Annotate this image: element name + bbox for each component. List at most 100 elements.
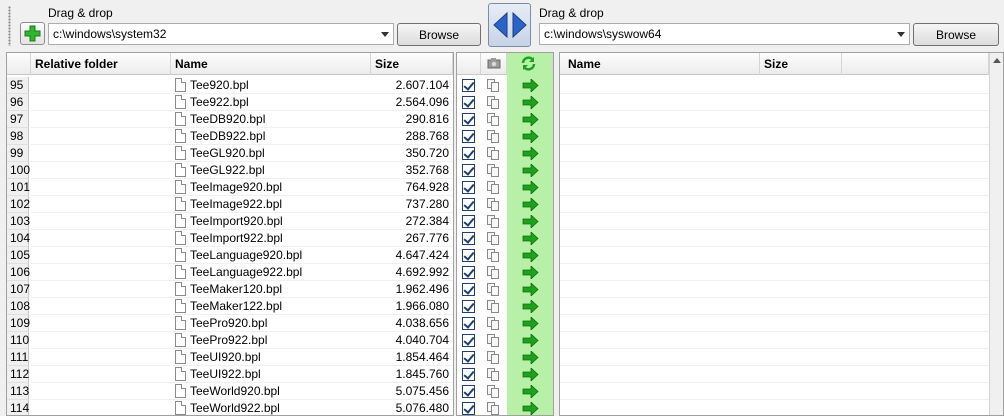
- header-refresh[interactable]: [507, 53, 553, 75]
- green-arrow-icon[interactable]: [522, 79, 539, 92]
- include-checkbox[interactable]: [462, 334, 475, 347]
- copy-icon[interactable]: [487, 96, 500, 109]
- green-arrow-icon[interactable]: [522, 198, 539, 211]
- table-row[interactable]: 109 TeePro920.bpl 4.038.656: [7, 315, 453, 332]
- green-arrow-icon[interactable]: [522, 368, 539, 381]
- green-arrow-icon[interactable]: [522, 113, 539, 126]
- include-checkbox[interactable]: [462, 232, 475, 245]
- table-row[interactable]: 107 TeeMaker120.bpl 1.962.496: [7, 281, 453, 298]
- copy-icon[interactable]: [487, 181, 500, 194]
- green-arrow-icon[interactable]: [522, 351, 539, 364]
- table-row[interactable]: 101 TeeImage920.bpl 764.928: [7, 179, 453, 196]
- copy-icon[interactable]: [487, 283, 500, 296]
- table-row[interactable]: 99 TeeGL920.bpl 350.720: [7, 145, 453, 162]
- left-file-grid[interactable]: Relative folder Name Size 95 Tee920.bpl 2.…: [6, 52, 454, 416]
- green-arrow-icon[interactable]: [522, 130, 539, 143]
- copy-icon[interactable]: [487, 266, 500, 279]
- include-checkbox[interactable]: [462, 266, 475, 279]
- copy-icon[interactable]: [487, 334, 500, 347]
- include-checkbox[interactable]: [462, 96, 475, 109]
- table-row[interactable]: 112 TeeUI922.bpl 1.845.760: [7, 366, 453, 383]
- include-checkbox[interactable]: [462, 130, 475, 143]
- copy-icon[interactable]: [487, 300, 500, 313]
- copy-icon[interactable]: [487, 385, 500, 398]
- table-row[interactable]: 110 TeePro922.bpl 4.040.704: [7, 332, 453, 349]
- include-checkbox[interactable]: [462, 351, 475, 364]
- table-row[interactable]: 97 TeeDB920.bpl 290.816: [7, 111, 453, 128]
- green-arrow-icon[interactable]: [522, 181, 539, 194]
- include-checkbox[interactable]: [462, 181, 475, 194]
- green-arrow-icon[interactable]: [522, 334, 539, 347]
- copy-icon[interactable]: [487, 147, 500, 160]
- right-browse-button[interactable]: Browse: [913, 23, 999, 46]
- header-name[interactable]: Name: [171, 53, 371, 75]
- include-checkbox[interactable]: [462, 164, 475, 177]
- copy-icon[interactable]: [487, 351, 500, 364]
- copy-icon[interactable]: [487, 232, 500, 245]
- copy-icon[interactable]: [487, 113, 500, 126]
- header-size[interactable]: Size: [371, 53, 453, 75]
- header-relative-folder[interactable]: Relative folder: [31, 53, 171, 75]
- include-checkbox[interactable]: [462, 402, 475, 415]
- table-row[interactable]: 113 TeeWorld920.bpl 5.075.456: [7, 383, 453, 400]
- green-arrow-icon[interactable]: [522, 215, 539, 228]
- green-arrow-icon[interactable]: [522, 232, 539, 245]
- copy-icon[interactable]: [487, 164, 500, 177]
- copy-icon[interactable]: [487, 402, 500, 415]
- header-name[interactable]: Name: [560, 53, 760, 75]
- green-arrow-icon[interactable]: [522, 164, 539, 177]
- chevron-down-icon[interactable]: [381, 32, 389, 37]
- include-checkbox[interactable]: [462, 300, 475, 313]
- green-arrow-icon[interactable]: [522, 147, 539, 160]
- left-browse-button[interactable]: Browse: [397, 23, 481, 46]
- vertical-scrollbar[interactable]: [989, 53, 1003, 415]
- right-path-combo[interactable]: c:\windows\syswow64: [539, 23, 910, 45]
- table-row[interactable]: 105 TeeLanguage920.bpl 4.647.424: [7, 247, 453, 264]
- scroll-up-icon[interactable]: [993, 58, 1001, 63]
- copy-icon[interactable]: [487, 317, 500, 330]
- table-row[interactable]: 104 TeeImport922.bpl 267.776: [7, 230, 453, 247]
- table-row[interactable]: 96 Tee922.bpl 2.564.096: [7, 94, 453, 111]
- green-arrow-icon[interactable]: [522, 317, 539, 330]
- include-checkbox[interactable]: [462, 368, 475, 381]
- include-checkbox[interactable]: [462, 147, 475, 160]
- copy-icon[interactable]: [487, 249, 500, 262]
- table-row[interactable]: 111 TeeUI920.bpl 1.854.464: [7, 349, 453, 366]
- green-arrow-icon[interactable]: [522, 266, 539, 279]
- include-checkbox[interactable]: [462, 113, 475, 126]
- table-row[interactable]: 98 TeeDB922.bpl 288.768: [7, 128, 453, 145]
- table-row[interactable]: 106 TeeLanguage922.bpl 4.692.992: [7, 264, 453, 281]
- include-checkbox[interactable]: [462, 385, 475, 398]
- table-row[interactable]: 114 TeeWorld922.bpl 5.076.480: [7, 400, 453, 415]
- copy-icon[interactable]: [487, 130, 500, 143]
- copy-icon[interactable]: [487, 215, 500, 228]
- copy-icon[interactable]: [487, 79, 500, 92]
- copy-icon[interactable]: [487, 368, 500, 381]
- green-arrow-icon[interactable]: [522, 385, 539, 398]
- green-arrow-icon[interactable]: [522, 300, 539, 313]
- header-camera[interactable]: [481, 53, 507, 75]
- swap-button[interactable]: [488, 3, 531, 47]
- green-arrow-icon[interactable]: [522, 283, 539, 296]
- copy-icon[interactable]: [487, 198, 500, 211]
- left-path-combo[interactable]: c:\windows\system32: [48, 23, 394, 45]
- add-button[interactable]: [20, 22, 45, 45]
- chevron-down-icon[interactable]: [897, 32, 905, 37]
- include-checkbox[interactable]: [462, 215, 475, 228]
- table-row[interactable]: 102 TeeImage922.bpl 737.280: [7, 196, 453, 213]
- include-checkbox[interactable]: [462, 249, 475, 262]
- table-row[interactable]: 100 TeeGL922.bpl 352.768: [7, 162, 453, 179]
- green-arrow-icon[interactable]: [522, 96, 539, 109]
- right-file-grid[interactable]: Name Size: [559, 52, 1004, 416]
- green-arrow-icon[interactable]: [522, 249, 539, 262]
- table-row[interactable]: 108 TeeMaker122.bpl 1.966.080: [7, 298, 453, 315]
- include-checkbox[interactable]: [462, 79, 475, 92]
- table-row[interactable]: 95 Tee920.bpl 2.607.104: [7, 77, 453, 94]
- toolbar-grip[interactable]: [8, 6, 11, 46]
- green-arrow-icon[interactable]: [522, 402, 539, 415]
- header-size[interactable]: Size: [760, 53, 842, 75]
- include-checkbox[interactable]: [462, 198, 475, 211]
- table-row[interactable]: 103 TeeImport920.bpl 272.384: [7, 213, 453, 230]
- include-checkbox[interactable]: [462, 317, 475, 330]
- include-checkbox[interactable]: [462, 283, 475, 296]
